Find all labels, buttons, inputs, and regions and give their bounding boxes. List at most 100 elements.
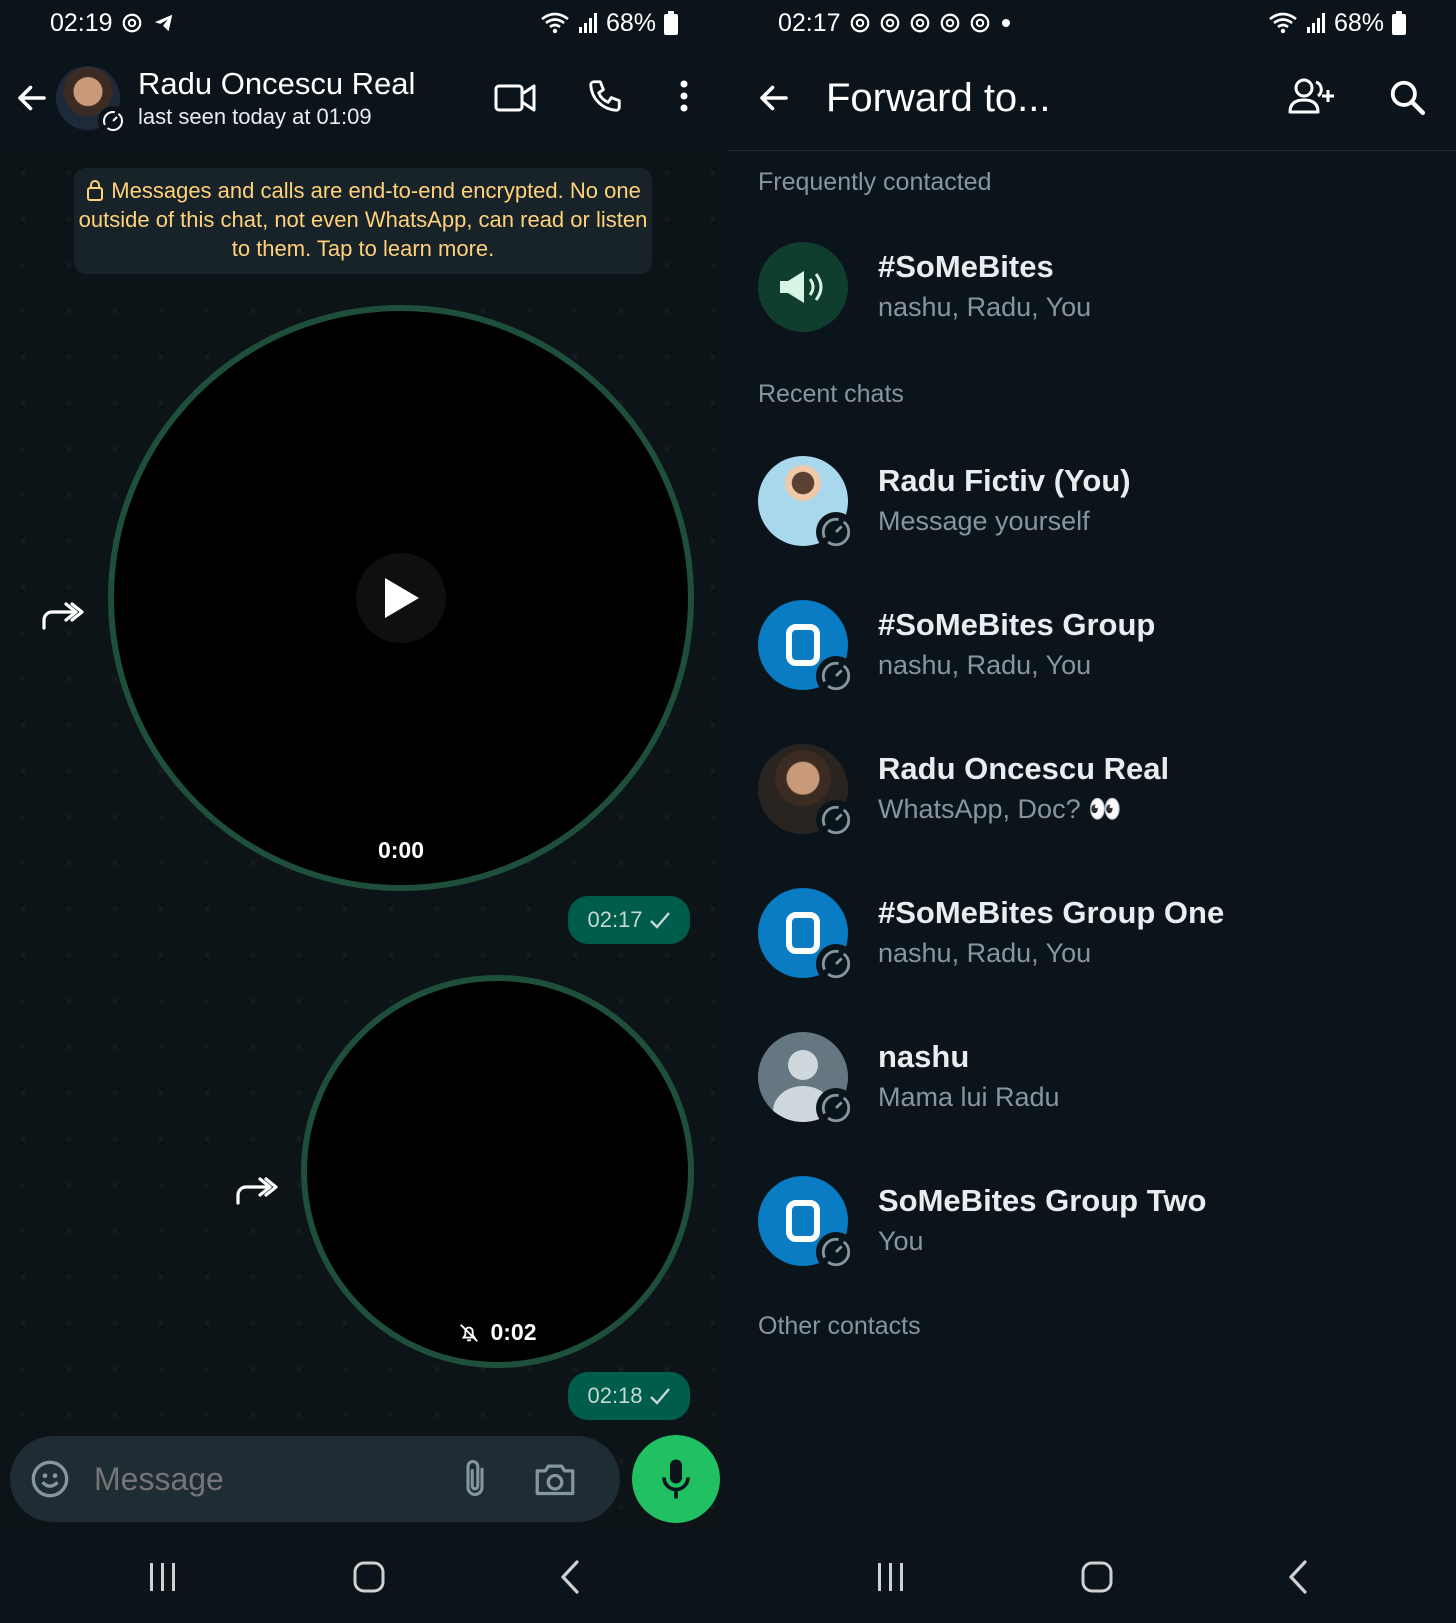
voice-call-icon[interactable] [586,76,624,116]
threads-icon [970,13,989,33]
video-duration-row: 0:02 [307,1319,688,1346]
contact-row[interactable]: Radu Fictiv (You) Message yourself [758,451,1456,552]
timestamp-text: 02:17 [587,907,643,932]
last-seen: last seen today at 01:09 [138,104,372,129]
wifi-icon [541,12,569,34]
camera-icon[interactable] [534,1460,576,1498]
message-timestamp: 02:17 [568,896,690,944]
microphone-icon [662,1459,690,1499]
contact-subtitle: nashu, Radu, You [878,292,1092,322]
sent-check-icon [649,912,670,929]
system-nav-bar [0,1530,728,1623]
video-duration: 0:02 [490,1319,537,1345]
section-frequent: Frequently contacted [758,168,992,196]
video-note-message[interactable]: 0:00 [108,305,694,891]
contact-name: #SoMeBites Group One [878,895,1225,930]
contact-row[interactable]: #SoMeBites Group nashu, Radu, You [758,595,1456,696]
contact-row[interactable]: #SoMeBites nashu, Radu, You [758,237,1456,337]
battery-icon [664,11,678,35]
back-arrow-icon[interactable] [756,80,792,116]
status-ring-icon [816,656,856,696]
muted-icon [460,1323,479,1342]
contact-row[interactable]: nashu Mama lui Radu [758,1027,1456,1128]
video-call-icon[interactable] [494,80,536,116]
contact-avatar[interactable] [56,66,128,136]
recent-apps-icon[interactable] [874,1561,908,1593]
notification-dot-icon [1001,19,1010,27]
status-bar: 02:19 68% [0,0,728,46]
new-group-icon[interactable] [1288,76,1336,116]
clock: 02:17 [778,8,841,37]
timestamp-text: 02:18 [587,1383,643,1408]
signal-icon [578,13,597,33]
megaphone-icon [780,271,823,303]
message-input[interactable] [92,1459,426,1499]
section-other: Other contacts [758,1312,921,1340]
search-icon[interactable] [1388,78,1426,116]
signal-icon [1306,13,1325,33]
home-icon[interactable] [1080,1560,1114,1594]
forward-icon[interactable] [40,600,84,632]
group-avatar [758,1176,856,1272]
clock: 02:19 [50,8,113,37]
threads-icon [910,13,929,33]
system-nav-bar [728,1530,1456,1623]
forward-icon[interactable] [234,1175,278,1207]
recent-apps-icon[interactable] [146,1561,180,1593]
contact-name: nashu [878,1039,970,1074]
contact-avatar [758,744,856,840]
channel-avatar [758,242,848,332]
person-silhouette-icon [788,1050,818,1080]
group-avatar [758,888,856,984]
contact-name: SoMeBites Group Two [878,1183,1207,1218]
encryption-notice[interactable]: Messages and calls are end-to-end encryp… [74,168,652,274]
status-bar: 02:17 68% [728,0,1456,46]
message-composer [10,1436,620,1522]
chat-header: Radu Oncescu Real last seen today at 01:… [0,46,728,150]
battery-percent: 68% [605,8,656,37]
threads-icon [122,13,141,33]
status-ring-icon [816,944,856,984]
threads-icon [880,13,899,33]
contact-name: Radu Fictiv (You) [878,463,1131,498]
contact-row[interactable]: #SoMeBites Group One nashu, Radu, You [758,883,1456,984]
emoji-icon[interactable] [30,1459,70,1499]
more-options-icon[interactable] [670,76,698,116]
back-icon[interactable] [558,1559,582,1595]
home-icon[interactable] [352,1560,386,1594]
video-note-message[interactable]: 0:02 [301,975,694,1368]
threads-icon [850,13,869,33]
contact-subtitle: You [878,1226,924,1256]
somebites-logo [786,1200,820,1242]
chat-screen: 02:19 68% Radu Oncescu Real last seen to… [0,0,728,1623]
contact-avatar [758,456,856,552]
status-ring-icon [816,1232,856,1272]
play-icon [385,578,419,618]
contact-name: Radu Oncescu Real [878,751,1170,786]
back-icon[interactable] [1286,1559,1310,1595]
back-arrow-icon[interactable] [14,80,50,116]
voice-record-button[interactable] [632,1435,720,1523]
status-ring-icon [816,512,856,552]
play-button[interactable] [356,553,446,643]
contact-row[interactable]: SoMeBites Group Two You [758,1171,1456,1272]
contact-subtitle: nashu, Radu, You [878,650,1092,680]
group-avatar [758,600,856,696]
telegram-icon [154,14,172,32]
video-duration: 0:00 [377,837,425,863]
default-avatar [758,1032,856,1128]
attach-icon[interactable] [460,1458,490,1500]
threads-icon [940,13,959,33]
forward-screen: 02:17 68% Forward to... Frequently conta… [728,0,1456,1623]
message-timestamp: 02:18 [568,1372,690,1420]
forward-header: Forward to... [728,46,1456,151]
contact-subtitle: WhatsApp, Doc? 👀 [878,794,1122,824]
encryption-text: Messages and calls are end-to-end encryp… [78,178,648,261]
contact-row[interactable]: Radu Oncescu Real WhatsApp, Doc? 👀 [758,739,1456,840]
contact-name: Radu Oncescu Real [138,66,416,101]
status-ring-icon [98,106,128,136]
contact-info[interactable]: Radu Oncescu Real last seen today at 01:… [138,65,415,131]
battery-percent: 68% [1333,8,1384,37]
status-ring-icon [816,1088,856,1128]
lock-icon [87,180,104,201]
